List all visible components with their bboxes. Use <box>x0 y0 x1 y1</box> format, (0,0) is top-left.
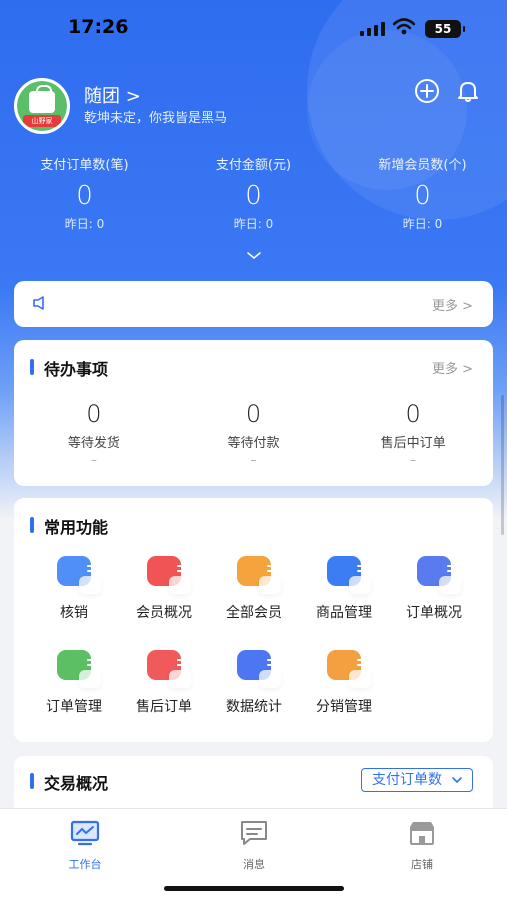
func-member-overview[interactable]: 会员概况 <box>119 556 209 622</box>
functions-card: 常用功能 核销 会员概况 全部会员 商品管理 订单概况 订单管理 售后订单 数据… <box>14 498 493 742</box>
todo-after-sale[interactable]: 0 售后中订单 – <box>333 400 493 467</box>
stat-paid-orders[interactable]: 支付订单数(笔) 0 昨日: 0 <box>0 154 169 232</box>
member-overview-icon <box>147 556 191 594</box>
workbench-icon <box>70 820 100 846</box>
func-label: 会员概况 <box>136 605 192 621</box>
stat-label: 新增会员数(个) <box>378 158 467 173</box>
func-label: 核销 <box>60 605 88 621</box>
func-distribution-management[interactable]: 分销管理 <box>299 650 389 716</box>
stat-new-members[interactable]: 新增会员数(个) 0 昨日: 0 <box>338 154 507 232</box>
stat-paid-amount[interactable]: 支付金额(元) 0 昨日: 0 <box>169 154 338 232</box>
bell-icon[interactable] <box>455 78 481 104</box>
stat-label: 支付金额(元) <box>215 158 292 173</box>
todo-sub: – <box>410 453 417 467</box>
functions-title: 常用功能 <box>30 514 108 538</box>
distribution-icon <box>327 650 371 688</box>
stats-row: 支付订单数(笔) 0 昨日: 0 支付金额(元) 0 昨日: 0 新增会员数(个… <box>0 154 507 232</box>
tab-label: 店铺 <box>411 858 433 871</box>
home-indicator <box>164 886 344 891</box>
shop-slogan: 乾坤未定，你我皆是黑马 <box>84 111 228 126</box>
stat-value: 0 <box>414 181 431 211</box>
stat-value: 0 <box>76 181 93 211</box>
status-bar: 17:26 55 <box>0 0 507 56</box>
todo-card: 待办事项 更多 > 0 等待发货 – 0 等待付款 – 0 售后中订单 – <box>14 340 493 486</box>
wifi-icon <box>393 18 415 35</box>
tab-messages[interactable]: 消息 <box>204 819 304 872</box>
func-verify[interactable]: 核销 <box>29 556 119 622</box>
todo-sub: – <box>90 453 97 467</box>
cellular-signal-icon <box>360 22 385 36</box>
shopping-bag-icon <box>29 85 55 113</box>
all-members-icon <box>237 556 281 594</box>
message-icon <box>241 821 267 845</box>
func-label: 数据统计 <box>226 699 282 715</box>
chevron-down-icon <box>452 777 462 784</box>
func-order-overview[interactable]: 订单概况 <box>389 556 479 622</box>
func-label: 订单管理 <box>46 699 102 715</box>
stat-yesterday: 昨日: 0 <box>402 217 443 231</box>
todo-awaiting-shipment[interactable]: 0 等待发货 – <box>14 400 174 467</box>
tab-label: 消息 <box>243 858 265 871</box>
battery-icon: 55 <box>425 20 465 38</box>
speaker-icon <box>33 296 44 310</box>
store-icon <box>410 822 434 845</box>
stat-yesterday: 昨日: 0 <box>64 217 105 231</box>
trade-title: 交易概况 <box>30 770 108 794</box>
dropdown-value: 支付订单数 <box>372 772 442 788</box>
todo-label: 等待发货 <box>67 436 120 451</box>
notice-more-link[interactable]: 更多 > <box>432 295 473 314</box>
notice-bar[interactable]: 更多 > <box>14 281 493 327</box>
bar-chart-icon <box>237 650 281 688</box>
avatar-logo: 山野家 <box>17 81 67 131</box>
after-sale-icon <box>147 650 191 688</box>
todo-title: 待办事项 <box>30 356 108 380</box>
stat-yesterday: 昨日: 0 <box>233 217 274 231</box>
func-order-management[interactable]: 订单管理 <box>29 650 119 716</box>
todo-count: 0 <box>245 400 262 428</box>
func-label: 商品管理 <box>316 605 372 621</box>
func-data-statistics[interactable]: 数据统计 <box>209 650 299 716</box>
todo-label: 售后中订单 <box>380 436 446 451</box>
status-time: 17:26 <box>68 16 129 38</box>
verify-icon <box>57 556 101 594</box>
shop-avatar[interactable]: 山野家 <box>14 78 70 134</box>
tab-store[interactable]: 店铺 <box>372 819 472 872</box>
todo-sub: – <box>250 453 257 467</box>
shopping-cart-icon <box>327 556 371 594</box>
todo-label: 等待付款 <box>227 436 280 451</box>
order-overview-icon <box>417 556 461 594</box>
todo-count: 0 <box>86 400 102 428</box>
func-label: 售后订单 <box>136 699 192 715</box>
todo-more-link[interactable]: 更多 > <box>432 358 473 377</box>
func-after-sale-orders[interactable]: 售后订单 <box>119 650 209 716</box>
todo-row: 0 等待发货 – 0 等待付款 – 0 售后中订单 – <box>14 400 493 467</box>
expand-chevron-icon[interactable] <box>245 250 263 262</box>
todo-count: 0 <box>405 400 421 428</box>
func-label: 全部会员 <box>226 605 282 621</box>
func-label: 分销管理 <box>316 699 372 715</box>
shop-name[interactable]: 随团 > <box>84 82 141 108</box>
tab-label: 工作台 <box>68 858 102 871</box>
func-product-management[interactable]: 商品管理 <box>299 556 389 622</box>
func-label: 订单概况 <box>406 605 462 621</box>
stat-label: 支付订单数(笔) <box>40 158 129 173</box>
stat-value: 0 <box>245 181 262 211</box>
order-management-icon <box>57 650 101 688</box>
metric-dropdown[interactable]: 支付订单数 <box>361 768 473 792</box>
avatar-logo-text: 山野家 <box>23 115 61 127</box>
tab-workbench[interactable]: 工作台 <box>35 819 135 872</box>
scrollbar[interactable] <box>501 395 504 535</box>
todo-awaiting-payment[interactable]: 0 等待付款 – <box>174 400 334 467</box>
func-all-members[interactable]: 全部会员 <box>209 556 299 622</box>
add-circle-icon[interactable] <box>414 78 440 104</box>
